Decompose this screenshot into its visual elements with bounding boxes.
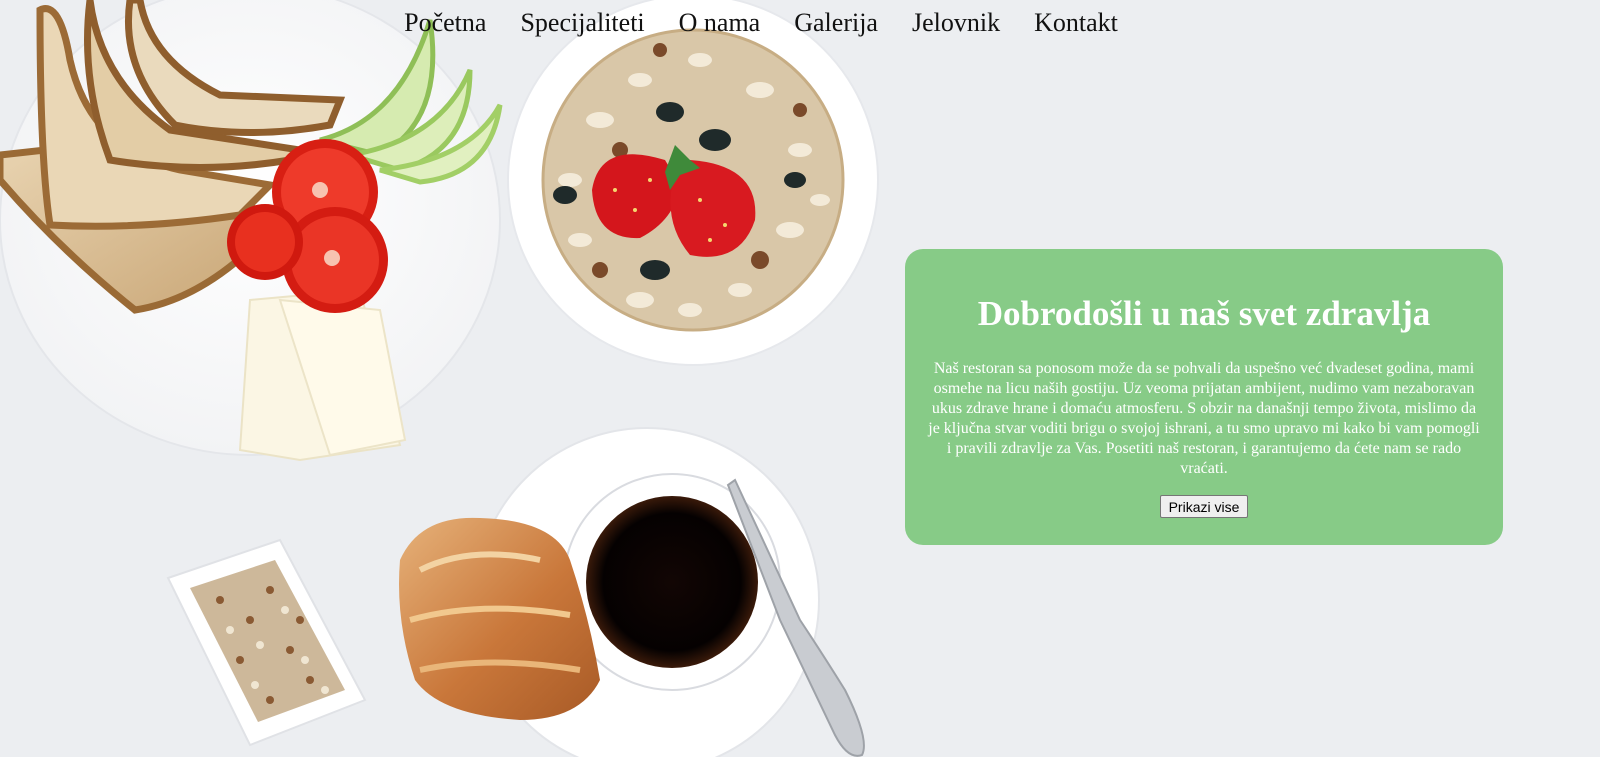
show-more-button[interactable]: Prikazi vise bbox=[1159, 495, 1249, 518]
welcome-text: Naš restoran sa ponosom može da se pohva… bbox=[928, 360, 1480, 477]
seeds-dish-image bbox=[166, 538, 367, 747]
nav-item-pocetna[interactable]: Početna bbox=[387, 6, 503, 40]
nav-item-o-nama[interactable]: O nama bbox=[662, 6, 778, 40]
muesli-bowl-image bbox=[507, 0, 879, 366]
bread-plate-image bbox=[0, 0, 503, 462]
welcome-card: Dobrodošli u naš svet zdravlja Naš resto… bbox=[905, 249, 1503, 545]
nav-item-jelovnik[interactable]: Jelovnik bbox=[895, 6, 1017, 40]
nav-item-kontakt[interactable]: Kontakt bbox=[1017, 6, 1135, 40]
nav-item-specijaliteti[interactable]: Specijaliteti bbox=[503, 6, 661, 40]
nav-item-galerija[interactable]: Galerija bbox=[777, 6, 895, 40]
welcome-title: Dobrodošli u naš svet zdravlja bbox=[977, 294, 1431, 333]
main-navigation: Početna Specijaliteti O nama Galerija Je… bbox=[0, 6, 1600, 40]
